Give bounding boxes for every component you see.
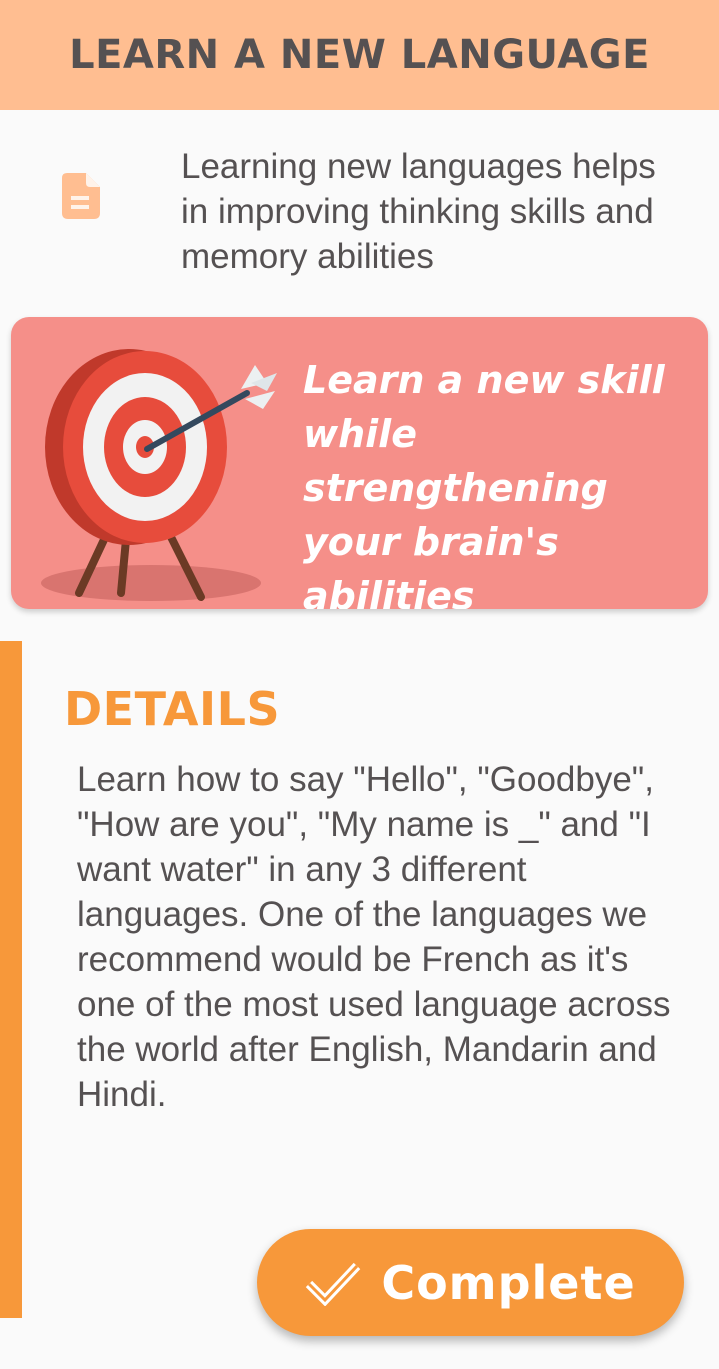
target-arrow-icon	[41, 349, 277, 601]
details-heading: DETAILS	[64, 682, 281, 736]
app-header: LEARN A NEW LANGUAGE	[0, 0, 719, 110]
motivation-banner: Learn a new skill while strengthening yo…	[11, 317, 708, 609]
complete-button[interactable]: Complete	[257, 1229, 684, 1336]
details-body: Learn how to say "Hello", "Goodbye", "Ho…	[77, 760, 671, 1114]
check-icon	[306, 1262, 361, 1306]
details-accent-bar	[0, 641, 22, 1318]
page-title: LEARN A NEW LANGUAGE	[69, 32, 650, 78]
banner-text: Learn a new skill while strengthening yo…	[303, 358, 665, 609]
intro-text: Learning new languages helps in improvin…	[181, 147, 656, 276]
document-icon	[62, 173, 100, 219]
complete-button-label: Complete	[381, 1255, 636, 1310]
